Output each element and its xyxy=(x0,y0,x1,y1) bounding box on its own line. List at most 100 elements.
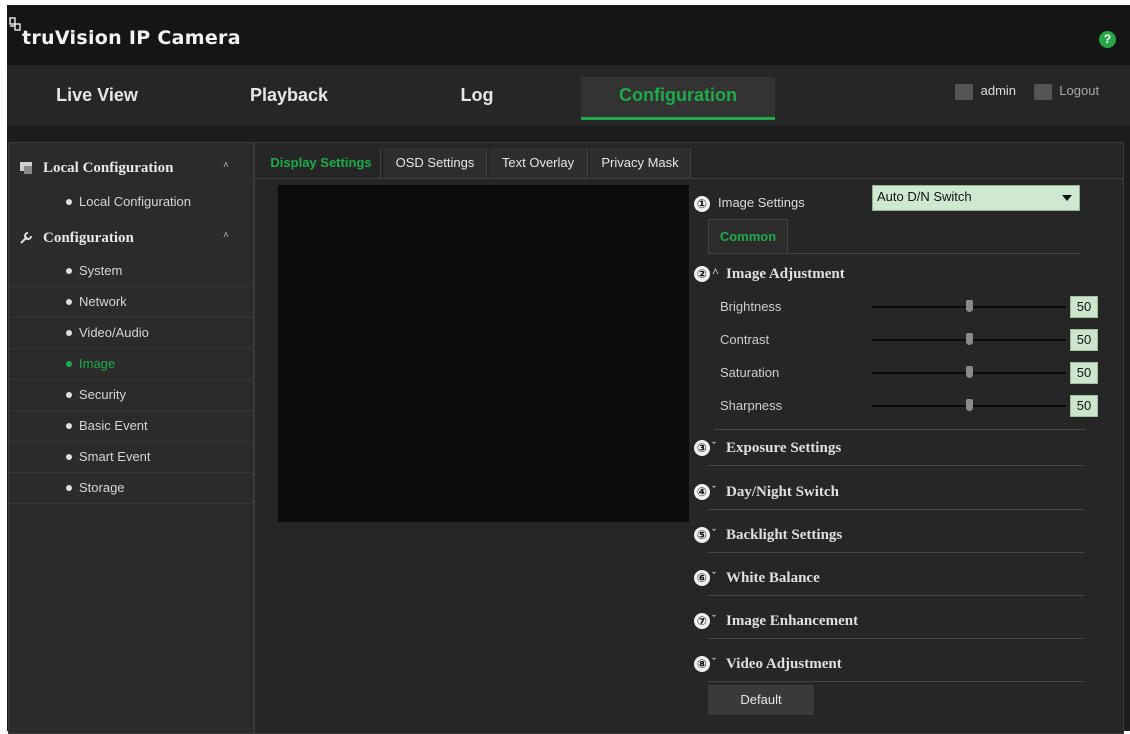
sharpness-slider-thumb[interactable] xyxy=(966,399,973,411)
help-icon[interactable]: ? xyxy=(1099,31,1116,48)
sidebar-group-configuration[interactable]: Configuration ^ xyxy=(9,223,253,253)
divider xyxy=(708,595,1084,596)
section-image-adjustment[interactable]: ② ^ Image Adjustment xyxy=(694,258,1084,292)
video-preview xyxy=(278,185,689,522)
sidebar-item-basic-event[interactable]: Basic Event xyxy=(9,411,253,442)
sidebar-item-video-audio[interactable]: Video/Audio xyxy=(9,318,253,349)
user-icon xyxy=(955,83,973,100)
brightness-value-field[interactable]: 50 xyxy=(1070,296,1098,318)
sidebar-item-label: Storage xyxy=(79,480,125,495)
callout-number: ② xyxy=(694,266,710,282)
logo-icon xyxy=(9,17,21,31)
divider xyxy=(708,465,1084,466)
bullet-icon xyxy=(66,454,72,460)
bullet-icon xyxy=(66,199,72,205)
section-title: Exposure Settings xyxy=(726,440,842,456)
tab-configuration[interactable]: Configuration xyxy=(581,77,775,120)
sidebar-item-local-configuration[interactable]: Local Configuration xyxy=(9,187,253,217)
chevron-down-icon: ˇ xyxy=(712,612,716,626)
divider xyxy=(254,178,1123,179)
chevron-down-icon: ˇ xyxy=(712,526,716,540)
chevron-down-icon: ˇ xyxy=(712,655,716,669)
sidebar-item-image[interactable]: Image xyxy=(9,349,253,380)
sidebar-item-label: Video/Audio xyxy=(79,325,149,340)
section-title: Backlight Settings xyxy=(726,527,843,543)
tab-live-view[interactable]: Live View xyxy=(7,77,187,117)
chevron-down-icon: ˇ xyxy=(712,439,716,453)
image-settings-label: Image Settings xyxy=(718,195,805,210)
callout-number: ① xyxy=(694,196,710,212)
brightness-row: Brightness 50 xyxy=(720,293,1100,321)
section-day-night-switch[interactable]: ④ ˇ Day/Night Switch xyxy=(694,476,1084,510)
slider-label: Saturation xyxy=(720,365,780,380)
sidebar-item-label: Security xyxy=(79,387,126,402)
bullet-icon xyxy=(66,392,72,398)
default-button[interactable]: Default xyxy=(708,685,814,715)
tab-playback[interactable]: Playback xyxy=(199,77,379,117)
divider xyxy=(708,681,1084,682)
slider-label: Sharpness xyxy=(720,398,783,413)
user-area: admin Logout xyxy=(955,83,1099,105)
sidebar-item-storage[interactable]: Storage xyxy=(9,473,253,504)
sidebar-item-system[interactable]: System xyxy=(9,256,253,287)
sidebar-group-label: Configuration xyxy=(43,230,134,246)
section-backlight-settings[interactable]: ⑤ ˇ Backlight Settings xyxy=(694,519,1084,553)
section-title: White Balance xyxy=(726,570,820,586)
sidebar-item-network[interactable]: Network xyxy=(9,287,253,318)
section-image-enhancement[interactable]: ⑦ ˇ Image Enhancement xyxy=(694,605,1084,639)
sidebar-item-label: Basic Event xyxy=(79,418,148,433)
dropdown-arrow-icon xyxy=(1062,195,1072,201)
divider xyxy=(708,552,1084,553)
logout-link[interactable]: Logout xyxy=(1059,83,1099,98)
section-title: Image Enhancement xyxy=(726,613,859,629)
bullet-icon xyxy=(66,299,72,305)
logout-icon[interactable] xyxy=(1033,83,1052,100)
sidebar-item-label: Local Configuration xyxy=(79,194,192,209)
wrench-icon xyxy=(20,232,32,244)
sidebar-group-local-configuration[interactable]: Local Configuration ^ xyxy=(9,153,253,183)
contrast-value-field[interactable]: 50 xyxy=(1070,329,1098,351)
sidebar: Local Configuration ^ Local Configuratio… xyxy=(8,142,254,734)
sidebar-item-security[interactable]: Security xyxy=(9,380,253,411)
sharpness-value-field[interactable]: 50 xyxy=(1070,395,1098,417)
bullet-icon xyxy=(66,485,72,491)
bullet-icon xyxy=(66,361,72,367)
tab-common[interactable]: Common xyxy=(708,219,788,254)
sharpness-row: Sharpness 50 xyxy=(720,392,1100,420)
tab-privacy-mask[interactable]: Privacy Mask xyxy=(590,148,691,178)
image-settings-select[interactable]: Auto D/N Switch xyxy=(872,185,1080,211)
chevron-down-icon: ˇ xyxy=(712,483,716,497)
sidebar-group-label: Local Configuration xyxy=(43,160,174,176)
contrast-slider-thumb[interactable] xyxy=(966,333,973,345)
divider xyxy=(708,638,1084,639)
bullet-icon xyxy=(66,423,72,429)
title-bar: truVision IP Camera ? xyxy=(7,5,1130,65)
sidebar-item-smart-event[interactable]: Smart Event xyxy=(9,442,253,473)
sidebar-item-label: Image xyxy=(79,356,116,371)
divider xyxy=(708,253,1080,254)
divider xyxy=(708,509,1084,510)
divider xyxy=(714,429,1086,430)
local-config-icon xyxy=(20,162,32,174)
bullet-icon xyxy=(66,268,72,274)
tab-osd-settings[interactable]: OSD Settings xyxy=(384,148,487,178)
callout-number: ④ xyxy=(694,484,710,500)
saturation-slider-thumb[interactable] xyxy=(966,366,973,378)
callout-number: ③ xyxy=(694,440,710,456)
bullet-icon xyxy=(66,330,72,336)
saturation-value-field[interactable]: 50 xyxy=(1070,362,1098,384)
section-title: Image Adjustment xyxy=(726,266,845,282)
tab-text-overlay[interactable]: Text Overlay xyxy=(489,148,588,178)
chevron-up-icon: ^ xyxy=(712,265,719,279)
tab-display-settings[interactable]: Display Settings xyxy=(262,148,381,178)
tab-log[interactable]: Log xyxy=(387,77,567,117)
slider-label: Contrast xyxy=(720,332,770,347)
section-exposure-settings[interactable]: ③ ˇ Exposure Settings xyxy=(694,432,1084,466)
brightness-slider-thumb[interactable] xyxy=(966,300,973,312)
caret-up-icon: ^ xyxy=(223,161,229,172)
callout-number: ⑧ xyxy=(694,656,710,672)
contrast-row: Contrast 50 xyxy=(720,326,1100,354)
section-video-adjustment[interactable]: ⑧ ˇ Video Adjustment xyxy=(694,648,1084,682)
slider-label: Brightness xyxy=(720,299,782,314)
section-white-balance[interactable]: ⑥ ˇ White Balance xyxy=(694,562,1084,596)
